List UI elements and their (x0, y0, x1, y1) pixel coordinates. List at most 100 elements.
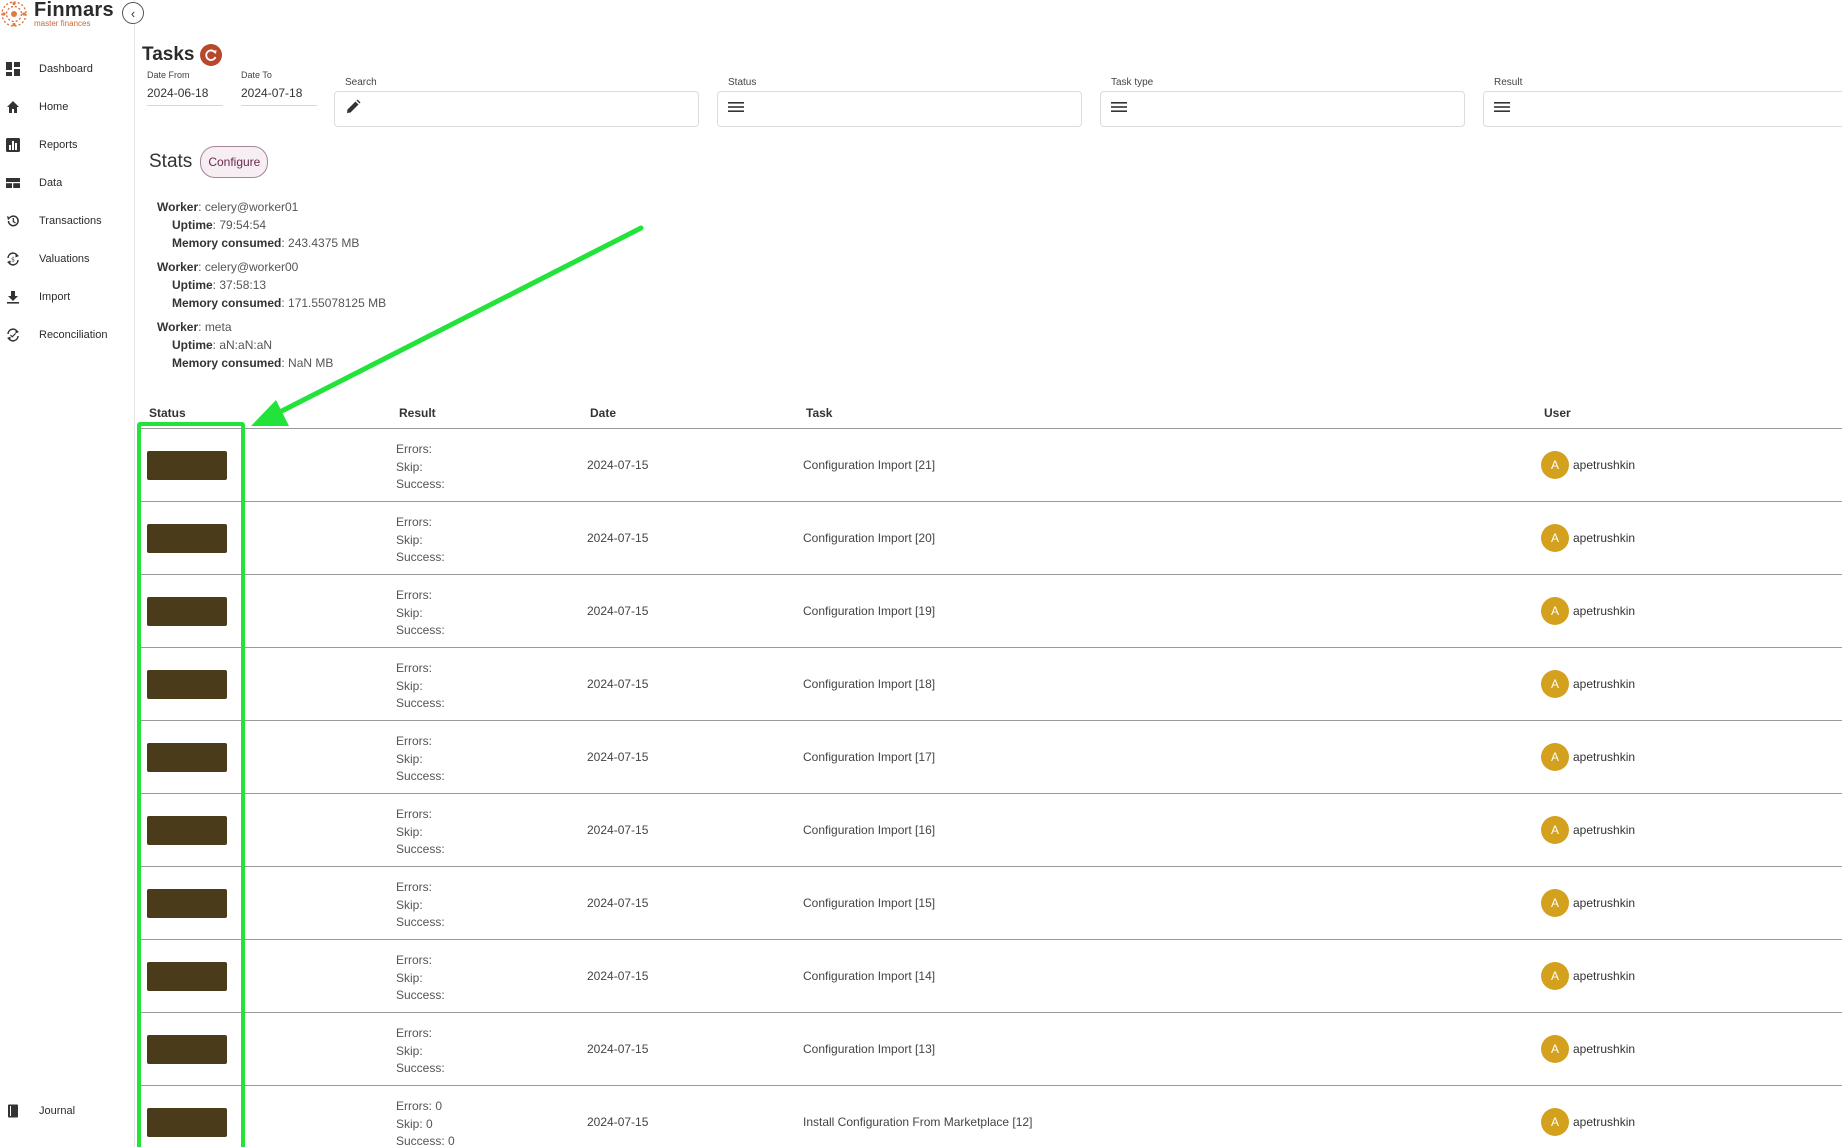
task-cell[interactable]: Configuration Import [20] (803, 531, 935, 545)
sidebar-item-label: Transactions (39, 215, 102, 227)
username: apetrushkin (1573, 969, 1636, 983)
table-row[interactable]: Errors: Skip: Success: 2024-07-15 Config… (140, 1013, 1842, 1086)
sidebar-item-dashboard[interactable]: Dashboard (0, 50, 134, 88)
configure-button[interactable]: Configure (200, 146, 269, 178)
avatar: A (1541, 743, 1569, 771)
home-icon (6, 100, 20, 114)
date-to-field[interactable]: Date To 2024-07-18 (241, 70, 317, 106)
tasks-app: Finmars master finances Dashboard Home R… (0, 0, 1842, 1147)
result-cell: Errors: Skip: Success: (396, 514, 445, 567)
column-header-date[interactable]: Date (590, 406, 616, 420)
date-cell: 2024-07-15 (587, 531, 649, 545)
search-filter: Search (334, 77, 699, 127)
status-select[interactable] (717, 91, 1082, 127)
success-count: Success: (396, 550, 445, 564)
table-row[interactable]: Errors: Skip: Success: 2024-07-15 Config… (140, 940, 1842, 1013)
skip-count: Skip: (396, 970, 423, 985)
table-header: Status Result Date Task User (140, 402, 1842, 429)
svg-text:$: $ (11, 257, 15, 264)
sidebar-item-data[interactable]: Data (0, 164, 134, 202)
table-row[interactable]: Errors: Skip: Success: 2024-07-15 Config… (140, 502, 1842, 575)
sidebar-item-label: Reports (39, 139, 78, 151)
sidebar-item-home[interactable]: Home (0, 88, 134, 126)
sidebar-item-transactions[interactable]: Transactions (0, 202, 134, 240)
skip-count: Skip: (396, 897, 423, 912)
user-cell: A apetrushkin (1541, 1108, 1635, 1136)
logo[interactable]: Finmars master finances (0, 0, 114, 30)
task-cell[interactable]: Configuration Import [21] (803, 458, 935, 472)
skip-count: Skip: (396, 532, 423, 547)
date-from-input[interactable]: 2024-06-18 (147, 86, 223, 106)
skip-count: Skip: (396, 751, 423, 766)
column-header-user[interactable]: User (1544, 406, 1571, 420)
user-cell: A apetrushkin (1541, 816, 1635, 844)
sidebar-item-import[interactable]: Import (0, 278, 134, 316)
logo-tagline: master finances (34, 19, 91, 28)
result-cell: Errors: Skip: Success: (396, 806, 445, 859)
date-cell: 2024-07-15 (587, 1115, 649, 1129)
date-cell: 2024-07-15 (587, 1042, 649, 1056)
table-row[interactable]: Errors: Skip: Success: 2024-07-15 Config… (140, 648, 1842, 721)
status-filter: Status (717, 77, 1082, 127)
status-badge (147, 889, 227, 918)
user-cell: A apetrushkin (1541, 597, 1635, 625)
sidebar-item-reports[interactable]: Reports (0, 126, 134, 164)
avatar: A (1541, 597, 1569, 625)
column-header-status[interactable]: Status (149, 406, 186, 420)
date-from-field[interactable]: Date From 2024-06-18 (147, 70, 223, 106)
menu-icon (1494, 100, 1510, 118)
skip-count: Skip: (396, 1043, 423, 1058)
task-cell[interactable]: Configuration Import [17] (803, 750, 935, 764)
sidebar-item-valuations[interactable]: $ Valuations (0, 240, 134, 278)
task-cell[interactable]: Configuration Import [15] (803, 896, 935, 910)
skip-count: Skip: (396, 459, 423, 474)
worker-label: Worker (157, 200, 199, 214)
collapse-sidebar-button[interactable]: ‹ (122, 2, 144, 24)
sidebar-item-label: Home (39, 101, 69, 113)
column-header-result[interactable]: Result (399, 406, 436, 420)
dashboard-icon (6, 62, 20, 76)
result-cell: Errors: Skip: Success: (396, 1025, 445, 1078)
result-cell: Errors: Skip: Success: (396, 952, 445, 1005)
user-cell: A apetrushkin (1541, 524, 1635, 552)
username: apetrushkin (1573, 677, 1636, 691)
sidebar-item-label: Import (39, 291, 71, 303)
result-select[interactable] (1483, 91, 1842, 127)
refresh-icon[interactable] (200, 44, 223, 66)
status-badge (147, 597, 227, 626)
errors-count: Errors: (396, 588, 432, 602)
date-cell: 2024-07-15 (587, 896, 649, 910)
task-type-label: Task type (1111, 77, 1154, 88)
column-header-task[interactable]: Task (806, 406, 832, 420)
table-row[interactable]: Errors: Skip: Success: 2024-07-15 Config… (140, 794, 1842, 867)
task-cell[interactable]: Install Configuration From Marketplace [… (803, 1115, 1032, 1129)
task-type-select[interactable] (1100, 91, 1465, 127)
task-cell[interactable]: Configuration Import [13] (803, 1042, 935, 1056)
skip-count: Skip: (396, 605, 423, 620)
errors-count: Errors: (396, 515, 432, 529)
sidebar-item-label: Dashboard (39, 63, 93, 75)
table-row[interactable]: Errors: Skip: Success: 2024-07-15 Config… (140, 867, 1842, 940)
table-row[interactable]: Errors: Skip: Success: 2024-07-15 Config… (140, 429, 1842, 502)
table-row[interactable]: Errors: 0 Skip: 0 Success: 0 2024-07-15 … (140, 1086, 1842, 1147)
task-cell[interactable]: Configuration Import [18] (803, 677, 935, 691)
date-to-input[interactable]: 2024-07-18 (241, 86, 317, 106)
status-badge (147, 670, 227, 699)
username: apetrushkin (1573, 531, 1636, 545)
date-cell: 2024-07-15 (587, 677, 649, 691)
table-row[interactable]: Errors: Skip: Success: 2024-07-15 Config… (140, 721, 1842, 794)
table-row[interactable]: Errors: Skip: Success: 2024-07-15 Config… (140, 575, 1842, 648)
page-title-text: Tasks (142, 44, 195, 65)
task-cell[interactable]: Configuration Import [16] (803, 823, 935, 837)
search-input[interactable] (334, 91, 699, 127)
sidebar-item-journal[interactable]: Journal (0, 1092, 134, 1130)
sync-icon: $ (6, 252, 20, 266)
errors-count: Errors: (396, 807, 432, 821)
task-cell[interactable]: Configuration Import [19] (803, 604, 935, 618)
sidebar-item-reconciliation[interactable]: Reconciliation (0, 316, 134, 354)
worker-name: celery@worker01 (204, 200, 299, 214)
avatar: A (1541, 962, 1569, 990)
username: apetrushkin (1573, 896, 1636, 910)
task-cell[interactable]: Configuration Import [14] (803, 969, 935, 983)
memory-label: Memory consumed (172, 296, 282, 310)
